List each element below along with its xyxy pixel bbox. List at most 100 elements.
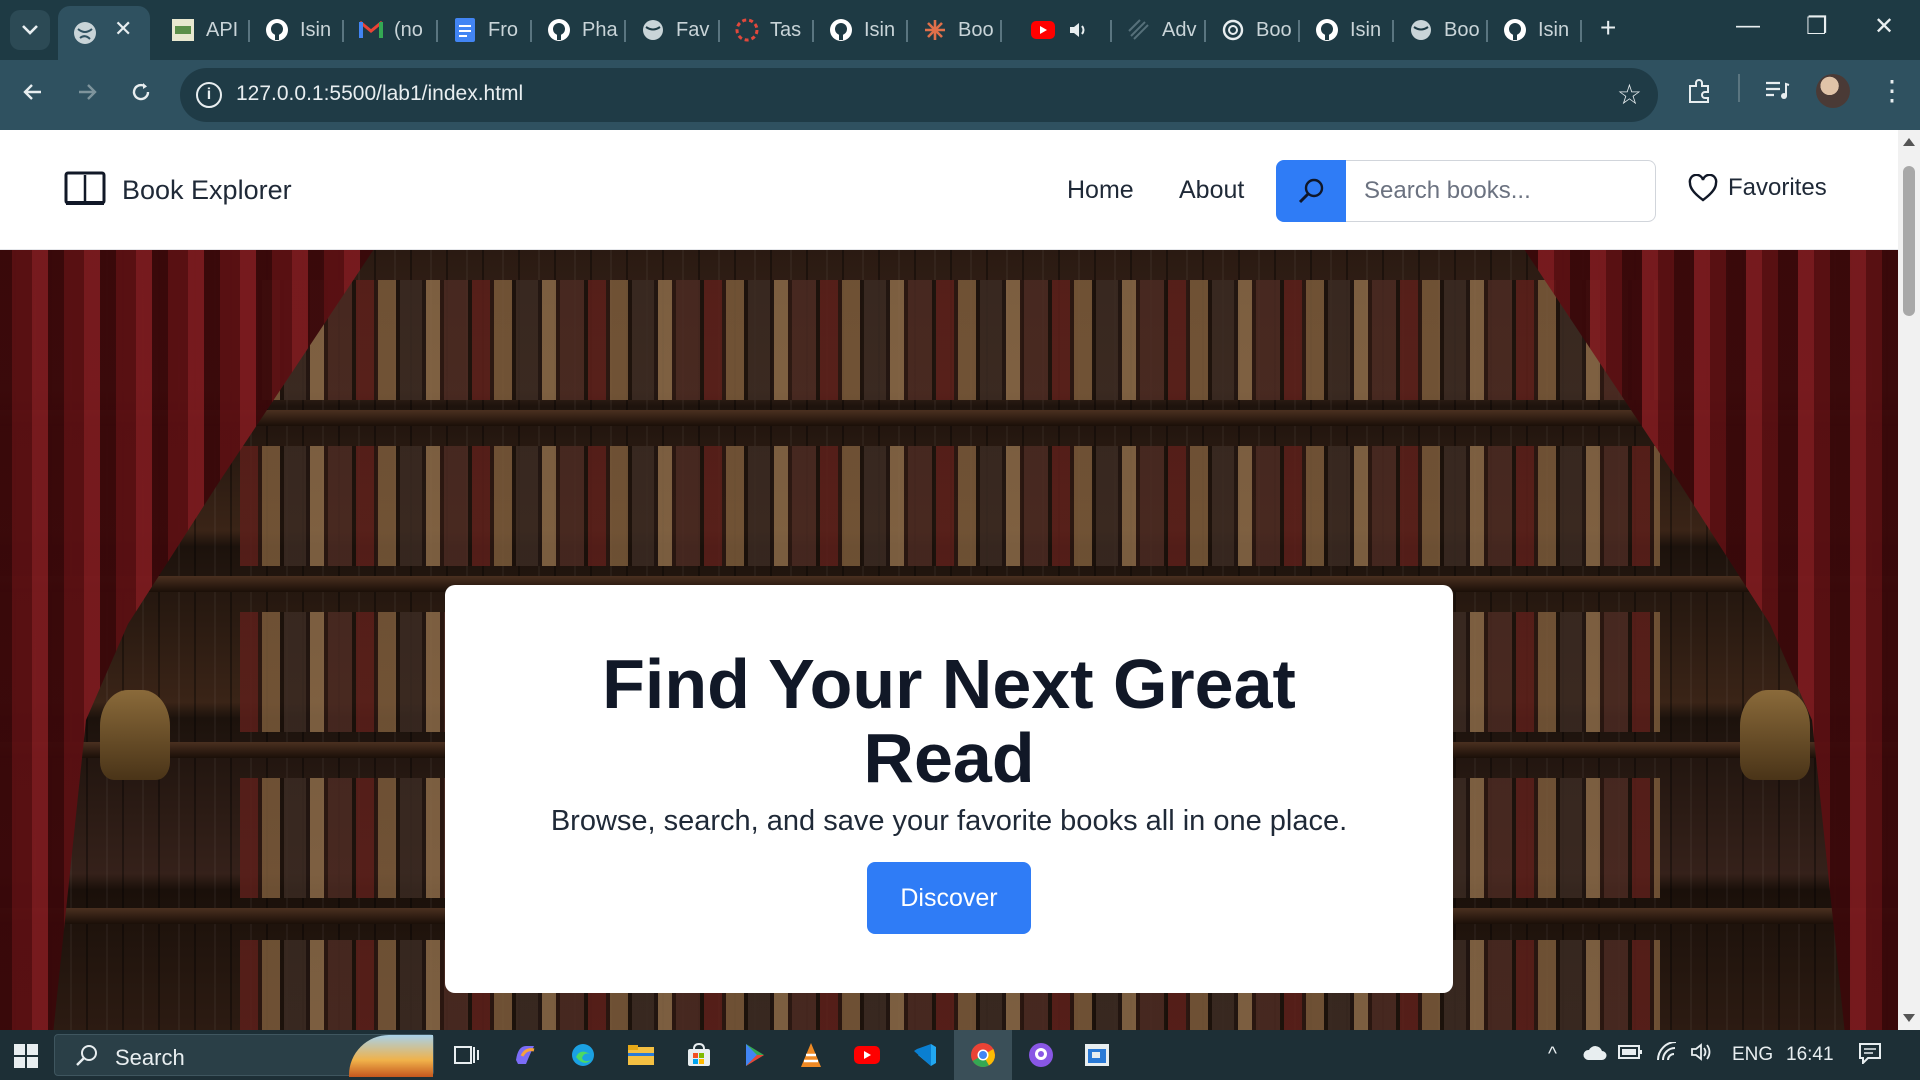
copilot-icon[interactable] — [510, 1040, 540, 1070]
search-icon — [1298, 178, 1324, 204]
tab-github-4[interactable]: Isin — [1300, 6, 1394, 54]
site-info-icon[interactable]: i — [196, 82, 222, 108]
url-text: 127.0.0.1:5500/lab1/index.html — [236, 82, 524, 105]
tab-fav[interactable]: Fav — [626, 6, 720, 54]
language-indicator[interactable]: ENG — [1732, 1044, 1773, 1066]
brand-title: Book Explorer — [122, 175, 292, 205]
tab-openai[interactable]: Boo — [1206, 6, 1300, 54]
tab-label: (no — [394, 18, 423, 41]
volume-icon[interactable] — [1690, 1042, 1716, 1068]
chevron-down-icon — [22, 25, 38, 35]
new-tab-button[interactable]: + — [1600, 14, 1616, 42]
claude-sparkle-icon — [922, 17, 948, 43]
notifications-icon[interactable] — [1858, 1042, 1882, 1070]
reload-button[interactable] — [124, 78, 158, 112]
scroll-up-arrow[interactable] — [1903, 138, 1915, 146]
tab-gmail[interactable]: (no — [344, 6, 438, 54]
tab-docs[interactable]: Fro — [438, 6, 532, 54]
tab-youtube[interactable] — [1016, 6, 1112, 54]
browser-toolbar: i 127.0.0.1:5500/lab1/index.html ☆ ⋮ — [0, 60, 1920, 130]
page-scrollbar[interactable] — [1898, 130, 1920, 1030]
app-window-icon[interactable] — [1082, 1040, 1112, 1070]
clock-time[interactable]: 16:41 — [1786, 1044, 1834, 1066]
youtube-icon — [1030, 17, 1056, 43]
discover-button[interactable]: Discover — [867, 862, 1031, 934]
tab-tasks[interactable]: Tas — [720, 6, 814, 54]
heart-icon — [1688, 174, 1718, 202]
site-navbar: Book Explorer Home About Favorites — [0, 130, 1898, 250]
brand[interactable]: Book Explorer — [64, 170, 292, 211]
microsoft-store-icon[interactable] — [684, 1040, 714, 1070]
openapi-favicon-icon — [170, 17, 196, 43]
github-icon — [1502, 17, 1528, 43]
arrow-left-icon — [23, 84, 41, 100]
tab-github-5[interactable]: Isin — [1488, 6, 1582, 54]
profile-avatar[interactable] — [1816, 74, 1850, 108]
globe-icon — [72, 20, 98, 46]
tab-label: Isin — [1538, 18, 1570, 41]
forward-button[interactable] — [70, 78, 104, 112]
back-button[interactable] — [16, 78, 50, 112]
tab-label: Adv — [1162, 18, 1197, 41]
docs-icon — [452, 17, 478, 43]
restore-button[interactable]: ❐ — [1806, 12, 1828, 41]
tab-github-2[interactable]: Pha — [532, 6, 626, 54]
page-viewport: Book Explorer Home About Favorites — [0, 130, 1898, 1030]
nav-link-favorites[interactable]: Favorites — [1688, 174, 1827, 202]
address-bar[interactable]: i 127.0.0.1:5500/lab1/index.html ☆ — [180, 68, 1658, 122]
hero-title: Find Your Next Great Read — [602, 645, 1296, 797]
nav-link-about[interactable]: About — [1179, 176, 1244, 205]
tab-github-1[interactable]: Isin — [250, 6, 344, 54]
openai-icon — [1220, 17, 1246, 43]
advanced-icon — [1126, 17, 1152, 43]
vlc-icon[interactable] — [796, 1040, 826, 1070]
close-tab-icon[interactable]: ✕ — [114, 18, 132, 40]
search-highlight-image — [349, 1035, 433, 1077]
windows-start-icon[interactable] — [14, 1044, 38, 1068]
speaker-icon[interactable] — [1066, 17, 1092, 43]
windows-taskbar: Search ^ ENG 16:41 — [0, 1030, 1920, 1080]
globe-icon — [1408, 17, 1434, 43]
file-explorer-icon[interactable] — [626, 1040, 656, 1070]
tab-claude[interactable]: Boo — [908, 6, 1002, 54]
extensions-icon[interactable] — [1686, 78, 1712, 111]
scroll-down-arrow[interactable] — [1903, 1014, 1915, 1022]
tab-github-3[interactable]: Isin — [814, 6, 908, 54]
search-icon — [75, 1043, 99, 1072]
open-book-icon — [64, 170, 106, 211]
edge-icon[interactable] — [568, 1040, 598, 1070]
youtube-app-icon[interactable] — [852, 1040, 882, 1070]
nav-link-home[interactable]: Home — [1067, 176, 1134, 205]
tab-label: Tas — [770, 18, 802, 41]
tab-active[interactable]: ✕ — [58, 6, 150, 60]
media-control-icon[interactable] — [1764, 78, 1790, 109]
minimize-button[interactable]: — — [1736, 12, 1760, 40]
search-group — [1276, 160, 1656, 222]
chrome-icon[interactable] — [968, 1040, 998, 1070]
scrollbar-thumb[interactable] — [1903, 166, 1915, 316]
bookmark-star-icon[interactable]: ☆ — [1617, 78, 1642, 111]
hero-card: Find Your Next Great Read Browse, search… — [445, 585, 1453, 993]
tab-label: Pha — [582, 18, 618, 41]
search-input[interactable] — [1346, 160, 1656, 222]
github-icon — [546, 17, 572, 43]
browser-menu-icon[interactable]: ⋮ — [1878, 74, 1906, 107]
github-desktop-icon[interactable] — [1026, 1040, 1056, 1070]
tab-book[interactable]: Boo — [1394, 6, 1488, 54]
wifi-icon[interactable] — [1656, 1041, 1680, 1068]
vscode-icon[interactable] — [910, 1040, 940, 1070]
task-icon — [734, 17, 760, 43]
tab-strip: ✕ API Isin (no Fro Pha Fav Tas Isin Boo — [0, 0, 1920, 60]
toolbar-divider — [1738, 74, 1740, 102]
tab-advanced[interactable]: Adv — [1112, 6, 1206, 54]
battery-icon[interactable] — [1618, 1042, 1644, 1068]
task-view-icon[interactable] — [452, 1040, 482, 1070]
tab-search-button[interactable] — [10, 10, 50, 50]
play-store-icon[interactable] — [740, 1040, 770, 1070]
tab-api[interactable]: API — [156, 6, 250, 54]
search-button[interactable] — [1276, 160, 1346, 222]
taskbar-search-box[interactable]: Search — [54, 1034, 434, 1077]
tray-chevron-up-icon[interactable]: ^ — [1548, 1044, 1557, 1066]
close-window-button[interactable]: ✕ — [1874, 12, 1894, 41]
onedrive-cloud-icon[interactable] — [1582, 1042, 1608, 1068]
